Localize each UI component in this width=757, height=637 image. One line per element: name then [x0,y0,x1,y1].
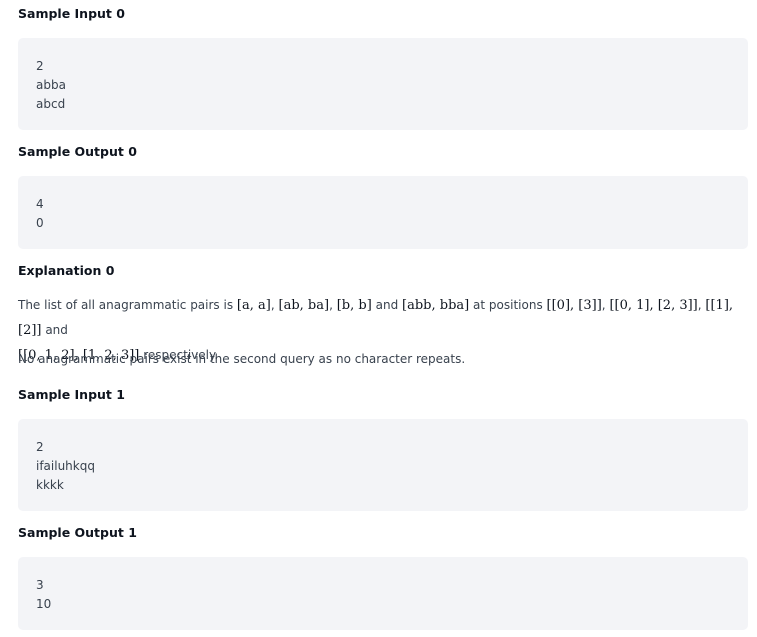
separator: , [601,298,606,312]
code-line: kkkk [36,478,64,492]
code-line: 2 [36,440,44,454]
sample-input-1-heading: Sample Input 1 [18,387,125,402]
math-positions: [[0], [3]] [546,298,602,313]
explanation-text: and [375,298,399,312]
code-line: 0 [36,216,44,230]
math-pair: [ab, ba] [278,298,330,313]
sample-output-1-heading: Sample Output 1 [18,525,137,540]
math-pair: [a, a] [236,298,271,313]
sample-input-0-heading: Sample Input 0 [18,6,125,21]
separator: , [329,298,333,312]
sample-output-0-codebox: 4 0 [18,176,748,249]
explanation-0-note: No anagrammatic pairs exist in the secon… [18,352,466,366]
math-positions: [[0, 1], [2, 3]] [609,298,698,313]
code-line: abcd [36,97,66,111]
explanation-text: The list of all anagrammatic pairs is [18,298,234,312]
code-line: ifailuhkqq [36,459,95,473]
separator: , [270,298,275,312]
explanation-text: and [45,323,68,337]
code-line: abba [36,78,66,92]
sample-input-1-codebox: 2 ifailuhkqq kkkk [18,419,748,511]
sample-output-1-codebox: 3 10 [18,557,748,630]
explanation-0-heading: Explanation 0 [18,263,115,278]
code-line: 4 [36,197,44,211]
code-line: 10 [36,597,52,611]
math-pair: [b, b] [336,298,372,313]
sample-output-0-heading: Sample Output 0 [18,144,137,159]
code-line: 3 [36,578,44,592]
code-line: 2 [36,59,44,73]
sample-input-0-codebox: 2 abba abcd [18,38,748,130]
explanation-text: at positions [473,298,543,312]
math-pair: [abb, bba] [402,298,470,313]
separator: , [697,298,702,312]
